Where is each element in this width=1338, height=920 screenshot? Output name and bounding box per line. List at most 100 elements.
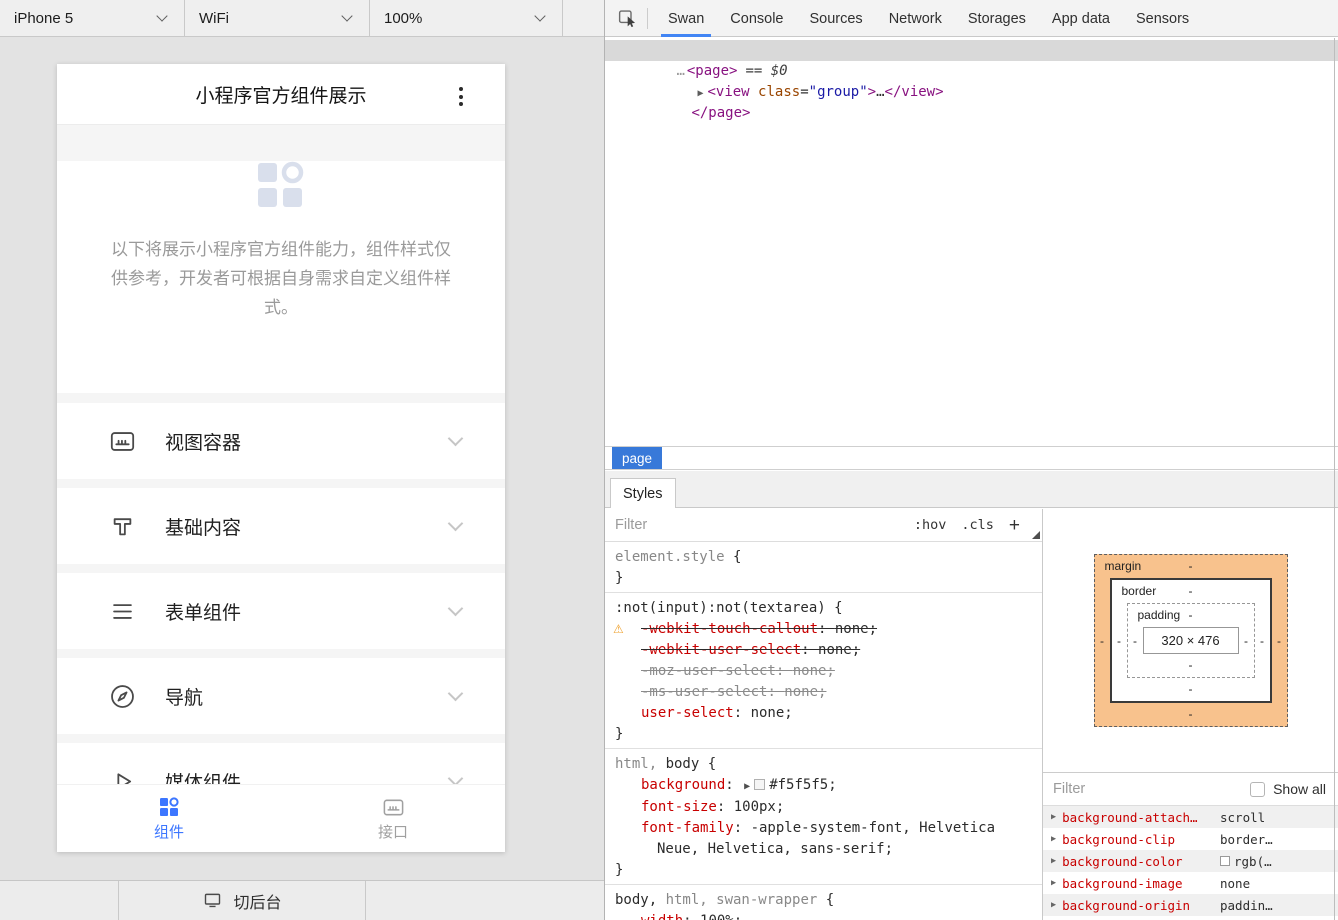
hidden-nodes-ellipsis: …	[676, 63, 683, 79]
phone-tabbar: 组件 接口	[57, 784, 505, 852]
css-declaration[interactable]: background: ▶#f5f5f5;	[615, 775, 1032, 797]
padding-left-value[interactable]: -	[1128, 634, 1143, 648]
css-declaration[interactable]: user-select: none;	[615, 703, 1032, 724]
breadcrumb-page[interactable]: page	[612, 447, 662, 469]
css-selector[interactable]: element.style {	[615, 547, 1032, 568]
padding-bottom-value[interactable]: -	[1128, 658, 1254, 672]
section-item[interactable]: 导航	[57, 658, 505, 734]
devtools-tabs: Swan Console Sources Network Storages App dat…	[655, 0, 1202, 36]
css-declaration[interactable]: font-family: -apple-system-font, Helveti…	[615, 818, 1032, 860]
css-selector[interactable]: html, body {	[615, 754, 1032, 775]
expand-arrow-icon: ▶	[744, 781, 750, 792]
kebab-menu-icon[interactable]	[457, 85, 465, 108]
devtools-tab-sensors[interactable]: Sensors	[1136, 0, 1189, 37]
computed-property-row[interactable]: ▶background-colorrgb(…	[1043, 850, 1338, 872]
css-declaration[interactable]: -moz-user-select: none;	[615, 661, 1032, 682]
toggle-cls-button[interactable]: .cls	[961, 517, 994, 533]
computed-property-name: background-color	[1062, 854, 1220, 869]
switch-background-button[interactable]: 切后台	[119, 881, 366, 920]
toolbar-divider	[647, 8, 648, 29]
margin-right-value[interactable]: -	[1272, 634, 1287, 648]
switch-background-label: 切后台	[233, 889, 281, 913]
computed-filter-input[interactable]: Filter	[1053, 781, 1250, 797]
chevron-down-icon	[448, 685, 464, 701]
css-declaration[interactable]: -ms-user-select: none;	[615, 682, 1032, 703]
chevron-down-icon	[448, 430, 464, 446]
resize-corner-icon[interactable]	[1032, 531, 1040, 539]
css-selector[interactable]: :not(input):not(textarea) {	[615, 598, 1032, 619]
section-item[interactable]: 视图容器	[57, 403, 505, 479]
section-label: 表单组件	[165, 598, 450, 625]
computed-property-name: background-image	[1062, 876, 1220, 891]
expand-arrow-icon[interactable]: ▶	[1051, 900, 1056, 910]
margin-bottom-value[interactable]: -	[1095, 707, 1287, 721]
expand-arrow-icon[interactable]: ▶	[697, 88, 703, 99]
show-all-label: Show all	[1273, 781, 1326, 797]
bottom-bar-left-cell	[0, 881, 119, 920]
compass-icon	[109, 683, 136, 710]
form-lines-icon	[109, 598, 136, 625]
computed-property-row[interactable]: ▶background-originpaddin…	[1043, 894, 1338, 916]
grid-icon	[158, 796, 180, 818]
dom-node-page-open[interactable]: …<page>== $0	[605, 40, 1338, 61]
toggle-hov-button[interactable]: :hov	[914, 517, 947, 533]
devtools-tab-network[interactable]: Network	[889, 0, 942, 37]
computed-property-value: none	[1220, 876, 1330, 891]
device-select[interactable]: iPhone 5	[0, 0, 185, 36]
border-left-value[interactable]: -	[1112, 634, 1127, 648]
chevron-down-icon	[448, 515, 464, 531]
simulator-toolbar: iPhone 5 WiFi 100%	[0, 0, 604, 37]
zoom-select[interactable]: 100%	[370, 0, 563, 36]
phone-tab-label: 接口	[378, 821, 408, 842]
color-swatch	[1220, 856, 1230, 866]
padding-right-value[interactable]: -	[1239, 634, 1254, 648]
inspect-element-icon[interactable]	[612, 3, 642, 33]
phone-tab-apis[interactable]: 接口	[281, 785, 505, 852]
expand-arrow-icon[interactable]: ▶	[1051, 856, 1056, 866]
devtools-tab-app-data[interactable]: App data	[1052, 0, 1110, 37]
computed-property-row[interactable]: ▶ background-clipborder…	[1043, 828, 1338, 850]
color-swatch	[754, 779, 765, 790]
phone-tab-label: 组件	[154, 821, 184, 842]
computed-property-value: scroll	[1220, 810, 1330, 825]
border-top-value[interactable]: -	[1112, 584, 1270, 598]
margin-left-value[interactable]: -	[1095, 634, 1110, 648]
css-declaration[interactable]: width: 100%;	[615, 911, 1032, 920]
computed-property-row[interactable]: ▶ background-imagenone	[1043, 872, 1338, 894]
expand-arrow-icon[interactable]: ▶	[1051, 812, 1056, 822]
css-selector[interactable]: body, html, swan-wrapper {	[615, 890, 1032, 911]
network-select[interactable]: WiFi	[185, 0, 370, 36]
margin-top-value[interactable]: -	[1095, 559, 1287, 573]
devtools-tab-console[interactable]: Console	[730, 0, 783, 37]
phone-tab-components[interactable]: 组件	[57, 785, 281, 852]
devtools-tab-storages[interactable]: Storages	[968, 0, 1026, 37]
tab-styles[interactable]: Styles	[610, 478, 676, 508]
css-declaration[interactable]: font-size: 100px;	[615, 797, 1032, 818]
devtools-tab-sources[interactable]: Sources	[809, 0, 862, 37]
computed-property-value: border…	[1220, 832, 1330, 847]
expand-arrow-icon[interactable]: ▶	[1051, 878, 1056, 888]
border-right-value[interactable]: -	[1255, 634, 1270, 648]
section-item[interactable]: 表单组件	[57, 573, 505, 649]
box-model-margin: margin- - border- - padding-	[1094, 554, 1288, 727]
box-model-content-size[interactable]: 320 × 476	[1143, 627, 1239, 654]
dom-tree: …<page>== $0 ▶<view class="group">…</vie…	[605, 38, 1338, 446]
styles-filter-input[interactable]: Filter	[615, 517, 899, 533]
css-declaration[interactable]: ⚠-webkit-touch-callout: none;	[615, 619, 1032, 640]
computed-property-name: background-attach…	[1062, 810, 1220, 825]
computed-property-row[interactable]: ▶ background-attach…scroll	[1043, 806, 1338, 828]
box-model-border: border- - padding- - 320 × 476 -	[1110, 578, 1272, 703]
expand-arrow-icon[interactable]: ▶	[1051, 834, 1056, 844]
sidebar-tab-strip: Styles	[605, 471, 1338, 508]
css-declaration[interactable]: -webkit-user-select: none;	[615, 640, 1032, 661]
computed-property-name: background-clip	[1062, 832, 1220, 847]
devtools-tab-swan[interactable]: Swan	[668, 0, 704, 37]
phone-intro-section: 以下将展示小程序官方组件能力，组件样式仅供参考，开发者可根据自身需求自定义组件样…	[57, 161, 505, 393]
chevron-down-icon	[534, 10, 545, 21]
new-style-rule-button[interactable]: +	[1009, 516, 1020, 535]
show-all-checkbox[interactable]	[1250, 782, 1265, 797]
computed-filter-row: Filter Show all	[1043, 773, 1338, 806]
section-item[interactable]: 基础内容	[57, 488, 505, 564]
border-bottom-value[interactable]: -	[1112, 682, 1270, 696]
padding-top-value[interactable]: -	[1128, 608, 1254, 622]
